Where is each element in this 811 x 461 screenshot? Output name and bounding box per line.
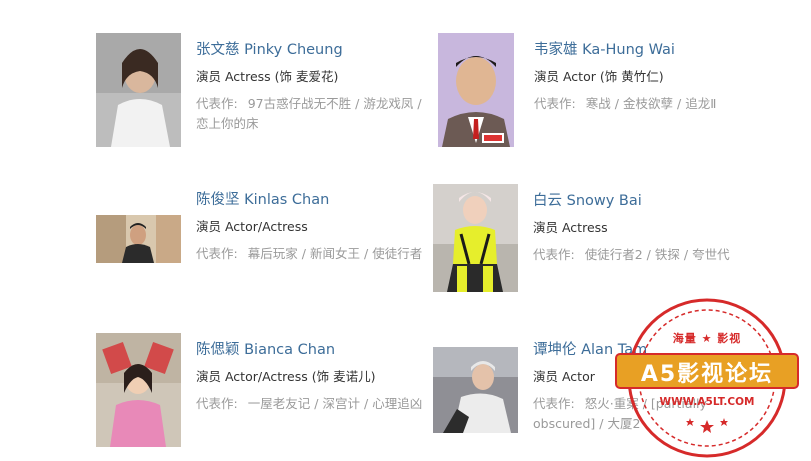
person-name-link[interactable]: 张文慈 Pinky Cheung xyxy=(196,40,436,60)
work-link[interactable]: 寒战 xyxy=(586,96,611,111)
works-label: 代表作: xyxy=(533,247,575,262)
person-works: 代表作: 怒火·重案 / [partially obscured] / 大厦2 xyxy=(533,396,707,431)
works-label: 代表作: xyxy=(533,396,575,411)
work-link[interactable]: 幕后玩家 xyxy=(248,246,298,261)
person-card: 谭坤伦 Alan Tam 演员 Actor 代表作: 怒火·重案 / [partial… xyxy=(433,333,773,453)
work-link[interactable]: 追龙Ⅱ xyxy=(685,96,716,111)
person-name-link[interactable]: 白云 Snowy Bai xyxy=(533,191,773,211)
person-card: 陈偲颖 Bianca Chan 演员 Actor/Actress (饰 麦诺儿)… xyxy=(96,333,436,453)
works-label: 代表作: xyxy=(196,96,238,111)
person-photo[interactable] xyxy=(433,347,518,433)
person-role: 演员 Actress (饰 麦爱花) xyxy=(196,69,339,84)
work-link[interactable]: 心理追凶 xyxy=(372,396,422,411)
person-photo[interactable] xyxy=(96,333,181,447)
work-link[interactable]: 金枝欲孽 xyxy=(623,96,673,111)
work-link[interactable]: 夸世代 xyxy=(692,247,730,262)
person-works: 代表作: 97古惑仔战无不胜 / 游龙戏凤/恋上你的床 xyxy=(196,96,422,131)
person-card: 陈俊坚 Kinlas Chan 演员 Actor/Actress 代表作: 幕后玩… xyxy=(96,183,436,303)
person-photo[interactable] xyxy=(96,33,181,147)
works-label: 代表作: xyxy=(534,96,576,111)
person-card: 张文慈 Pinky Cheung 演员 Actress (饰 麦爱花) 代表作:… xyxy=(96,33,436,153)
work-link[interactable]: 铁探 xyxy=(655,247,680,262)
person-works: 代表作: 幕后玩家 / 新闻女王 / 使徒行者 xyxy=(196,246,423,261)
person-card: 韦家雄 Ka-Hung Wai 演员 Actor (饰 黄竹仁) 代表作: 寒战 /… xyxy=(438,33,778,153)
works-label: 代表作: xyxy=(196,246,238,261)
person-role: 演员 Actor (饰 黄竹仁) xyxy=(534,69,664,84)
person-name-link[interactable]: 陈偲颖 Bianca Chan xyxy=(196,340,436,360)
person-name-link[interactable]: 陈俊坚 Kinlas Chan xyxy=(196,190,436,210)
person-works: 代表作: 寒战 / 金枝欲孽 / 追龙Ⅱ xyxy=(534,96,717,111)
person-photo[interactable] xyxy=(433,184,518,292)
person-name-link[interactable]: 韦家雄 Ka-Hung Wai xyxy=(534,40,774,60)
work-link[interactable]: 使徒行者 xyxy=(372,246,422,261)
work-link[interactable]: 新闻女王 xyxy=(310,246,360,261)
person-role: 演员 Actor/Actress xyxy=(196,219,308,234)
work-link[interactable]: 深宫计 xyxy=(322,396,360,411)
work-link[interactable]: 使徒行者2 xyxy=(585,247,643,262)
work-link[interactable]: 97古惑仔战无不胜 xyxy=(248,96,351,111)
person-role: 演员 Actor/Actress (饰 麦诺儿) xyxy=(196,369,376,384)
person-name-link[interactable]: 谭坤伦 Alan Tam xyxy=(533,340,773,360)
work-link[interactable]: 恋上你的床 xyxy=(196,116,259,131)
person-works: 代表作: 一屋老友记 / 深宫计 / 心理追凶 xyxy=(196,396,423,411)
person-card: 白云 Snowy Bai 演员 Actress 代表作: 使徒行者2/铁探 / 夸世代 xyxy=(433,184,773,304)
person-works: 代表作: 使徒行者2/铁探 / 夸世代 xyxy=(533,247,730,262)
work-link[interactable]: 大厦2 xyxy=(607,416,640,431)
works-label: 代表作: xyxy=(196,396,238,411)
person-role: 演员 Actor xyxy=(533,369,595,384)
work-link[interactable]: 怒火·重案 xyxy=(585,396,639,411)
work-link[interactable]: 游龙戏凤 xyxy=(363,96,413,111)
person-photo[interactable] xyxy=(96,215,181,263)
person-photo[interactable] xyxy=(438,33,514,147)
work-link[interactable]: 一屋老友记 xyxy=(248,396,311,411)
person-role: 演员 Actress xyxy=(533,220,608,235)
